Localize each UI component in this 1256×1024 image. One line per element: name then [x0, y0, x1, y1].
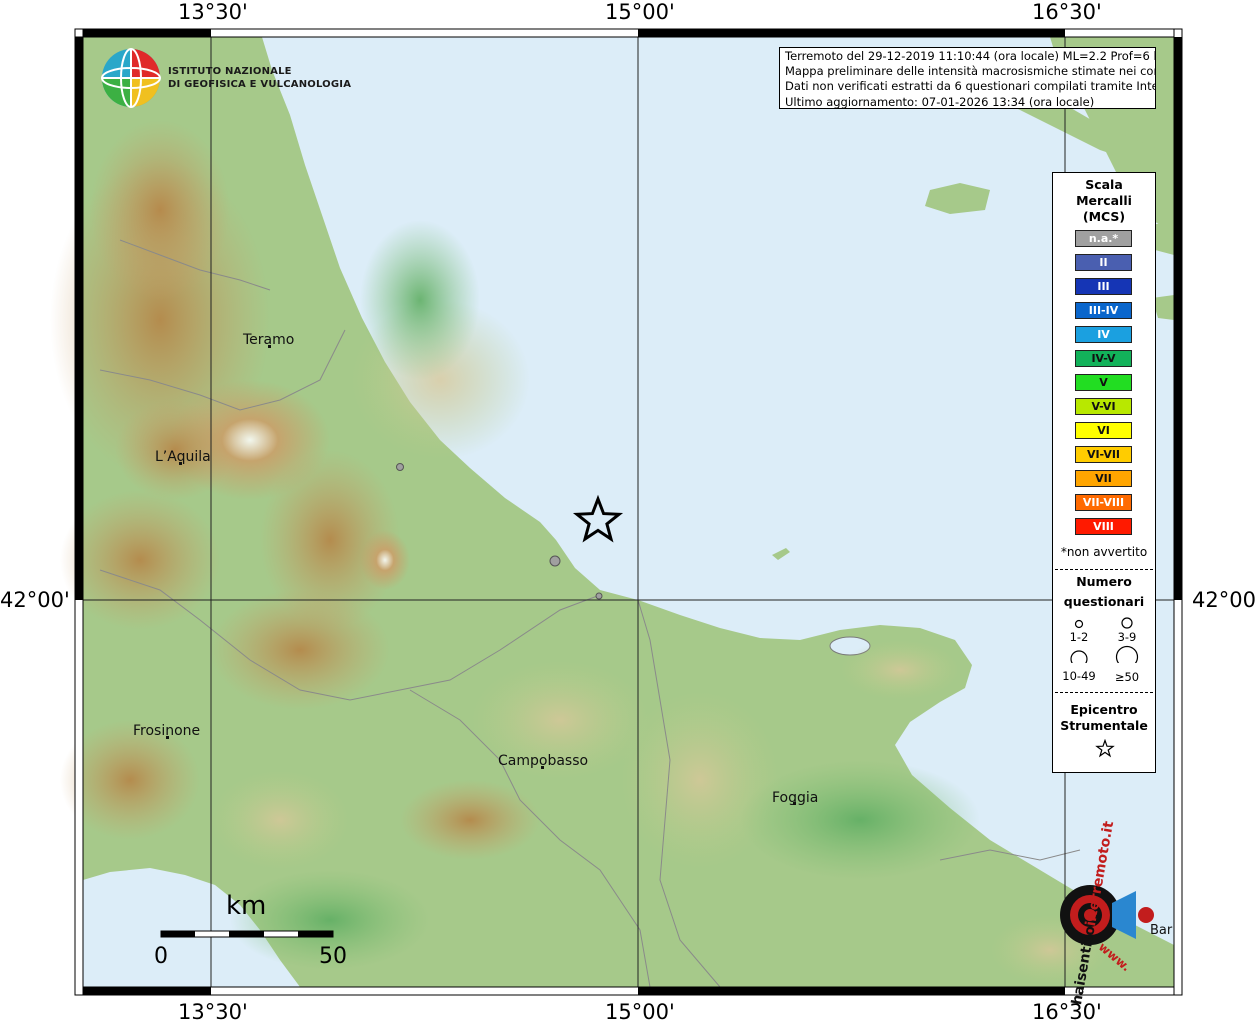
count-circle-10-49: [1070, 650, 1088, 663]
city-teramo: Teramo: [243, 332, 295, 348]
mcs-legend: Scala Mercalli (MCS) n.a.* II III III-IV IV I…: [1052, 172, 1156, 773]
questionnaire-point: [396, 463, 404, 471]
legend-swatch: V-VI: [1075, 398, 1132, 415]
legend-swatch: VII-VIII: [1075, 494, 1132, 511]
coord-left: 42°00': [0, 588, 70, 612]
legend-swatch: VI: [1075, 422, 1132, 439]
legend-divider-2: [1055, 692, 1153, 693]
legend-note: *non avvertito: [1060, 545, 1148, 559]
coord-top-3: 16°30': [1032, 0, 1102, 24]
event-info-box: Terremoto del 29-12-2019 11:10:44 (ora l…: [779, 47, 1156, 109]
scale-end: 50: [319, 944, 347, 969]
info-line1: Terremoto del 29-12-2019 11:10:44 (ora l…: [785, 49, 1156, 63]
logo-line2: DI GEOFISICA E VULCANOLOGIA: [168, 79, 352, 90]
count-circle-3-9: [1121, 617, 1133, 629]
coord-top-2: 15°00': [605, 0, 675, 24]
legend-swatch: VII: [1075, 470, 1132, 487]
count-label-4: ≥50: [1114, 670, 1140, 684]
count-label-3: 10-49: [1062, 669, 1096, 683]
info-line3: Dati non verificati estratti da 6 questi…: [785, 79, 1156, 94]
legend-swatch: n.a.*: [1075, 230, 1132, 247]
count-title-2: questionari: [1063, 594, 1145, 609]
count-label-1: 1-2: [1069, 630, 1089, 644]
count-label-2: 3-9: [1117, 630, 1137, 644]
legend-title-1: Scala: [1085, 177, 1123, 192]
info-line4: Ultimo aggiornamento: 07-01-2026 13:34 (…: [785, 94, 1095, 109]
epi-title-2: Strumentale: [1060, 718, 1148, 733]
coord-bottom-3: 16°30': [1032, 1000, 1102, 1024]
legend-swatch: II: [1075, 254, 1132, 271]
logo-line1: ISTITUTO NAZIONALE: [168, 66, 292, 77]
count-circle-1-2: [1074, 619, 1084, 629]
legend-title-2: Mercalli: [1076, 193, 1132, 208]
scale-start: 0: [154, 944, 168, 969]
legend-swatch: VIII: [1075, 518, 1132, 535]
city-frosinone: Frosinone: [133, 723, 201, 739]
legend-swatch: VI-VII: [1075, 446, 1132, 463]
info-line2: Mappa preliminare delle intensità macros…: [785, 64, 1156, 79]
scale-bar: [160, 930, 334, 938]
questionnaire-point: [595, 592, 603, 600]
count-circle-50: [1115, 645, 1139, 663]
legend-swatch: III: [1075, 278, 1132, 295]
legend-swatch: IV-V: [1075, 350, 1132, 367]
legend-swatch: V: [1075, 374, 1132, 391]
city-campobasso: Campobasso: [498, 753, 589, 769]
legend-swatch: III-IV: [1075, 302, 1132, 319]
ingv-logo-icon: [101, 48, 161, 108]
coord-bottom-2: 15°00': [605, 1000, 675, 1024]
city-foggia: Foggia: [772, 790, 819, 806]
city-bari: Bar: [1150, 923, 1173, 938]
city-laquila: L’Aquila: [155, 449, 211, 465]
count-title-1: Numero: [1076, 574, 1132, 589]
questionnaire-point: [549, 555, 561, 567]
coord-bottom-1: 13°30': [178, 1000, 248, 1024]
legend-divider: [1055, 569, 1153, 570]
legend-title-3: (MCS): [1082, 209, 1126, 224]
coord-right: 42°00': [1192, 588, 1256, 612]
scale-unit: km: [226, 891, 267, 921]
legend-swatch: IV: [1075, 326, 1132, 343]
coord-top-1: 13°30': [178, 0, 248, 24]
epicenter-legend-star-icon: [1095, 739, 1115, 758]
